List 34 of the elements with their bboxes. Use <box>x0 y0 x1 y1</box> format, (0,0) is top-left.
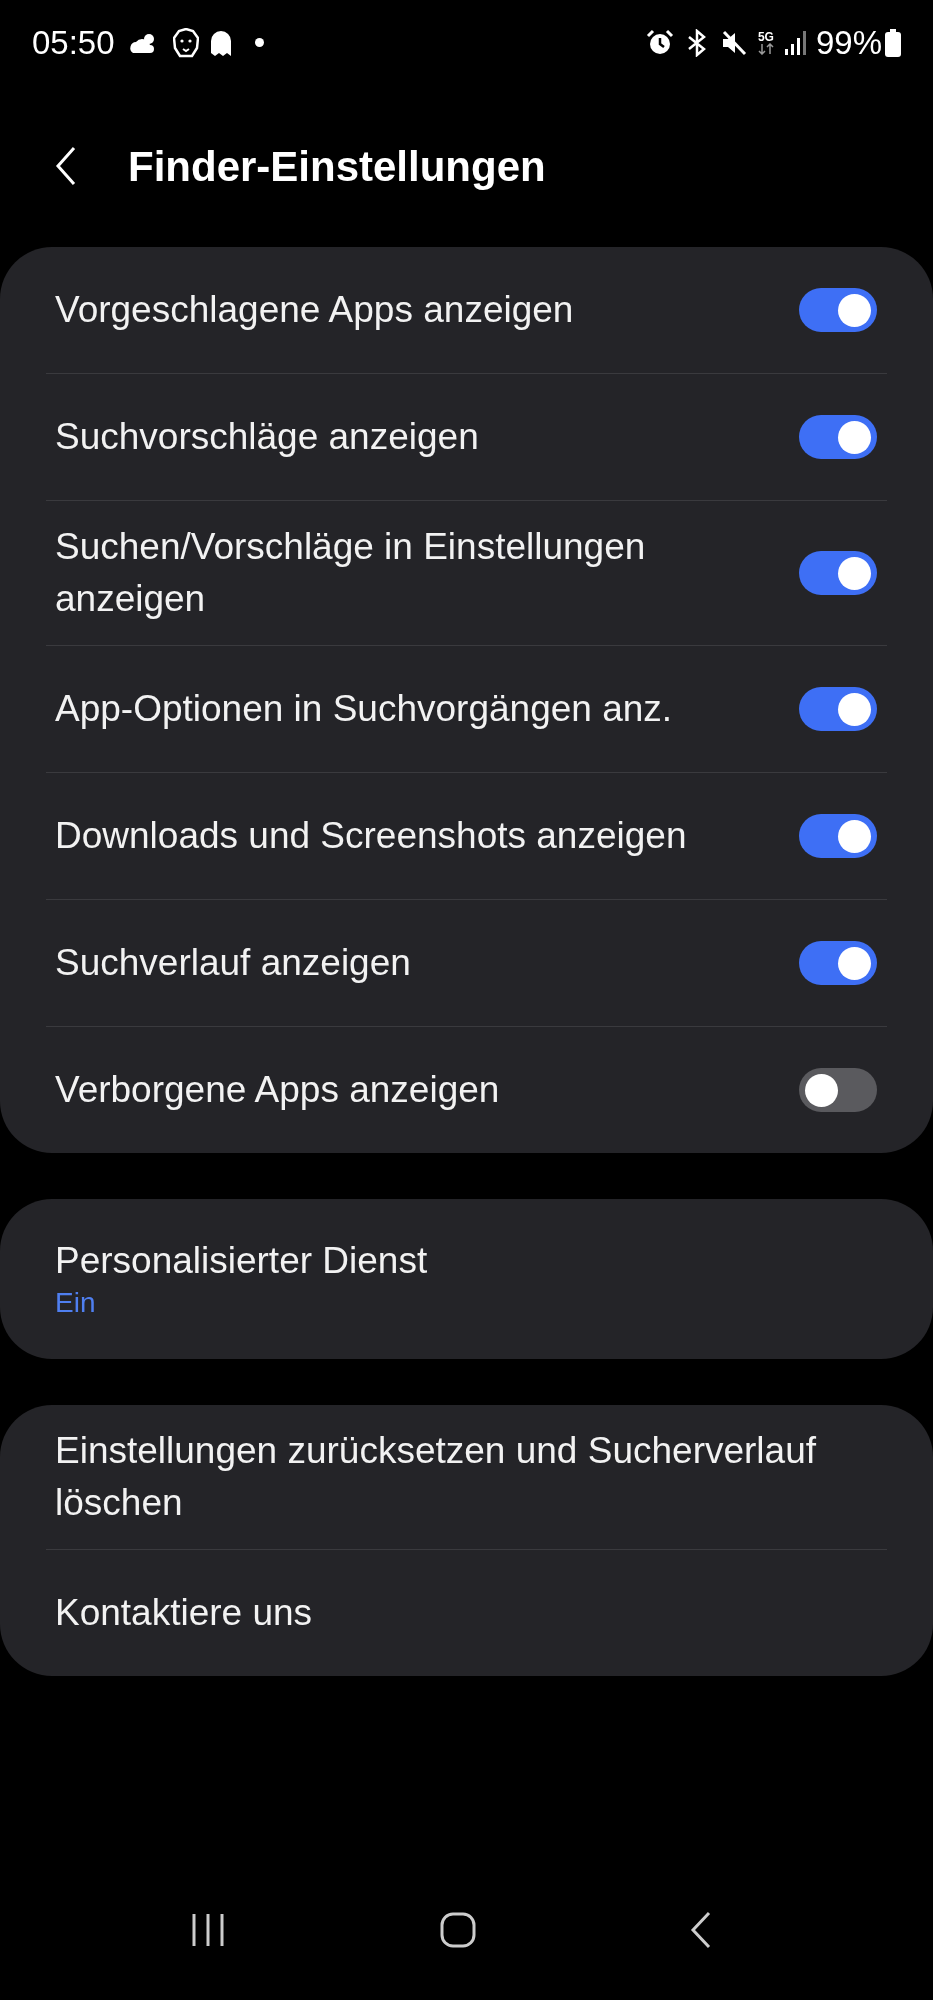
toggle-switch[interactable] <box>799 415 877 459</box>
setting-label[interactable]: App-Optionen in Suchvorgängen anz. <box>55 683 799 735</box>
setting-label[interactable]: Suchverlauf anzeigen <box>55 937 799 989</box>
toggle-switch[interactable] <box>799 941 877 985</box>
network-type-label: 5G <box>757 30 774 43</box>
back-icon <box>54 145 78 187</box>
toggle-switch[interactable] <box>799 814 877 858</box>
toggle-switch[interactable] <box>799 288 877 332</box>
battery-percentage: 99% <box>815 22 882 63</box>
data-arrows-icon <box>757 42 774 55</box>
alarm-icon <box>645 28 674 57</box>
toggle-switch[interactable] <box>799 687 877 731</box>
toggle-switch[interactable] <box>799 551 877 595</box>
toggle-switch[interactable] <box>799 1068 877 1112</box>
setting-label[interactable]: Suchvorschläge anzeigen <box>55 411 799 463</box>
home-button[interactable] <box>438 1911 477 1949</box>
setting-label[interactable]: Kontaktiere uns <box>55 1587 877 1639</box>
setting-label[interactable]: Verborgene Apps anzeigen <box>55 1064 799 1116</box>
battery-icon <box>885 28 901 57</box>
status-time: 05:50 <box>32 22 115 63</box>
setting-value: Ein <box>55 1286 97 1320</box>
recent-apps-button[interactable] <box>190 1912 226 1948</box>
setting-label[interactable]: Suchen/Vorschläge in Einstellungen anzeigen <box>55 521 799 625</box>
back-button[interactable] <box>689 1911 713 1949</box>
page-title: Finder-Einstellungen <box>128 141 546 192</box>
setting-label[interactable]: Vorgeschlagene Apps anzeigen <box>55 284 799 336</box>
setting-label[interactable]: Downloads und Screenshots anzeigen <box>55 810 799 862</box>
setting-label[interactable]: Personalisierter Dienst <box>55 1237 878 1285</box>
home-icon <box>438 1911 477 1949</box>
setting-label[interactable]: Einstellungen zurücksetzen und Sucherverlauf löschen <box>55 1425 877 1529</box>
ghost-icon <box>208 28 233 57</box>
back-icon <box>689 1911 713 1949</box>
signal-icon <box>783 29 808 56</box>
recent-apps-icon <box>190 1912 226 1948</box>
